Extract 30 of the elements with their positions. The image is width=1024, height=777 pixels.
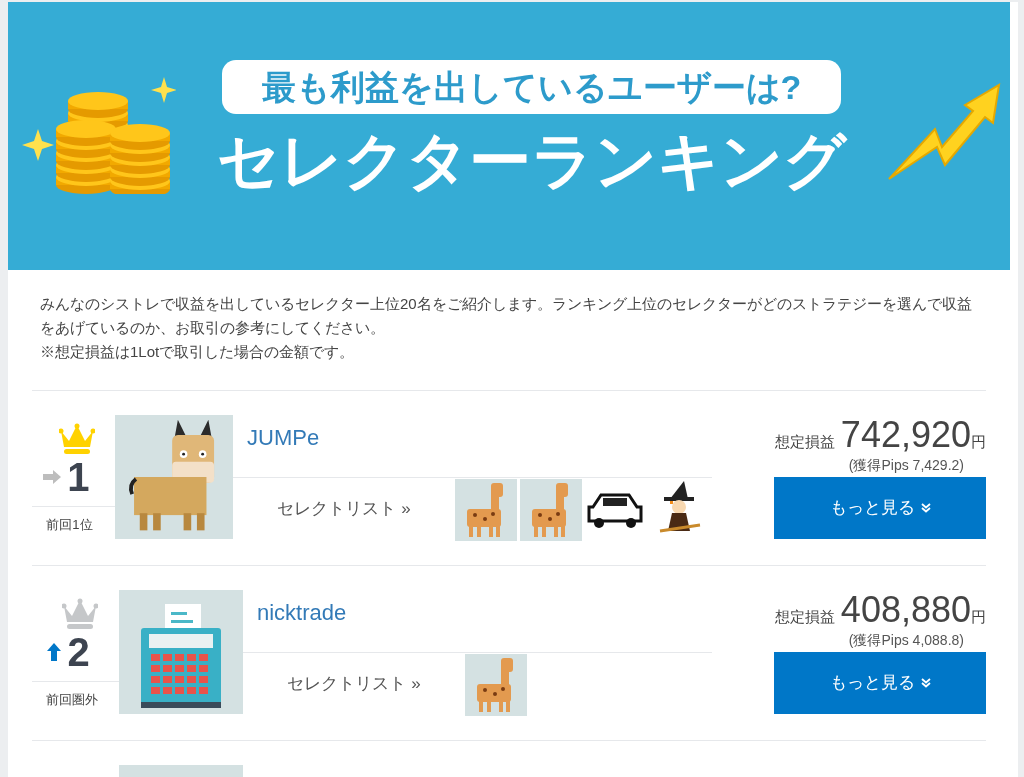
user-name-link[interactable]: JUMPe <box>247 415 320 477</box>
rank-number: 1 <box>67 454 90 499</box>
previous-rank: 前回圏外 <box>44 691 99 709</box>
up-arrow-icon <box>47 642 62 661</box>
select-list-link[interactable]: セレクトリスト » <box>243 653 465 714</box>
giraffe-thumbnail-drawing <box>465 654 527 716</box>
rank-number: 2 <box>67 629 90 674</box>
profit-amount: 408,880 <box>840 590 971 630</box>
profit-label: 想定損益 <box>774 432 835 452</box>
select-list-link[interactable]: セレクトリスト » <box>233 478 455 539</box>
banner-subtitle: 最も利益を出しているユーザーは? <box>221 60 842 114</box>
previous-rank: 前回1位 <box>45 516 94 534</box>
zigzag-arrow-icon <box>887 81 1002 181</box>
intro-paragraph: ※想定損益は1Lotで取引した場合の金額です。 <box>40 342 356 362</box>
user-name-link[interactable]: nicktrade <box>257 590 347 652</box>
profit-amount: 742,920 <box>840 415 971 455</box>
giraffe-thumbnail-drawing <box>455 479 517 541</box>
pips-text: (獲得Pips 4,088.8) <box>848 631 965 650</box>
more-button[interactable]: もっと見る <box>774 477 986 539</box>
profit-label: 想定損益 <box>774 607 835 627</box>
intro-paragraph: みんなのシストレで収益を出しているセレクター上位20名をご紹介します。ランキング上位のセレクターがどのストラテジーを選んで収益をあげているのか、お取引の参考にしてください。 <box>40 294 973 338</box>
right-arrow-icon <box>43 469 62 484</box>
banner-title: セレクターランキング <box>217 125 846 197</box>
giraffe-thumbnail-drawing <box>520 479 582 541</box>
pips-text: (獲得Pips 7,429.2) <box>848 456 965 475</box>
currency-unit: 円 <box>971 432 986 452</box>
double-chevron-down-icon <box>920 678 931 688</box>
double-chevron-down-icon <box>920 503 931 513</box>
currency-unit: 円 <box>971 607 986 627</box>
more-button[interactable]: もっと見る <box>774 652 986 714</box>
